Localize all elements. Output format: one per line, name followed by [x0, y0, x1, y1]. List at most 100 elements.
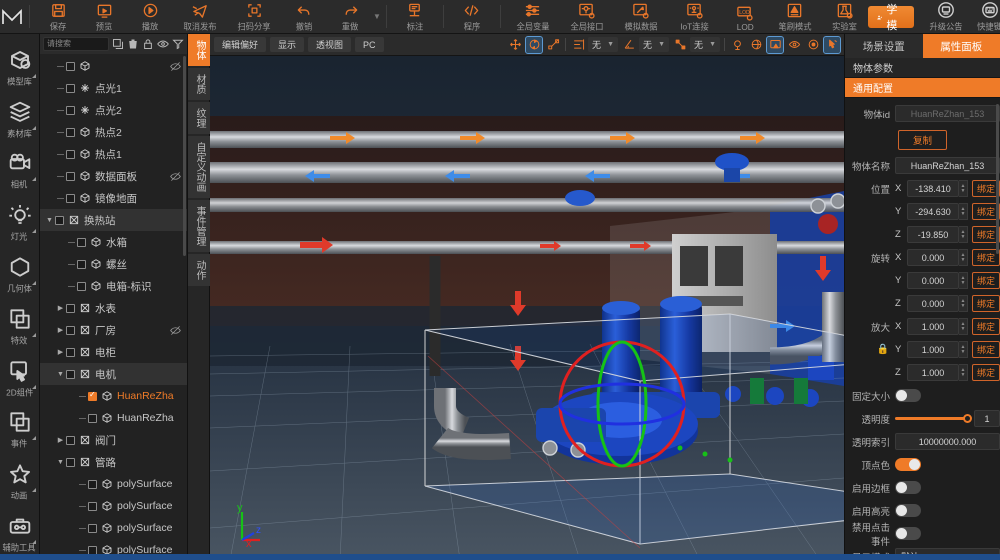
section-object-params[interactable]: 物体参数 — [845, 58, 1000, 78]
lock-icon[interactable]: 🔒 — [849, 344, 895, 355]
snap-select[interactable]: 无▼ — [639, 37, 669, 52]
tree-node[interactable]: —热点2 — [40, 121, 187, 143]
tree-node[interactable]: ▶厂房 — [40, 319, 187, 341]
eye-off-icon[interactable] — [170, 325, 181, 336]
tree-node-checkbox[interactable] — [88, 392, 97, 401]
position-z-stepper[interactable]: ▲▼ — [959, 226, 968, 243]
enable-highlight-toggle[interactable] — [895, 504, 921, 517]
rail-item-light[interactable]: 灯光 — [0, 197, 40, 249]
tree-node-checkbox[interactable] — [77, 238, 86, 247]
search-input[interactable]: 请搜索 — [43, 37, 109, 51]
toolbar-button-global-variable[interactable]: 全局变量 — [506, 0, 560, 33]
toolbar-button-iot-connect[interactable]: IoT连接 — [668, 0, 722, 33]
tree-node-checkbox[interactable] — [77, 282, 86, 291]
tree-node[interactable]: —点光1 — [40, 77, 187, 99]
property-scrollbar[interactable] — [996, 104, 999, 254]
focus-icon[interactable] — [805, 37, 821, 53]
toolbar-button-global-interface[interactable]: 全局接口 — [560, 0, 614, 33]
gizmo-icon[interactable] — [767, 37, 783, 53]
vtab-纹理[interactable]: 纹理 — [188, 102, 210, 134]
tree-node-checkbox[interactable] — [66, 326, 75, 335]
position-y-stepper[interactable]: ▲▼ — [959, 203, 968, 220]
tree-node[interactable]: ▼电机 — [40, 363, 187, 385]
scale-y-stepper[interactable]: ▲▼ — [959, 341, 968, 358]
rail-item-asset-library[interactable]: 素材库 — [0, 94, 40, 146]
tree-node[interactable]: —HuanReZha — [40, 385, 187, 407]
position-z-input[interactable]: -19.850 — [907, 226, 959, 243]
tree-node-checkbox[interactable] — [66, 436, 75, 445]
toolbar-button-keyboard[interactable]: 快捷键 — [968, 0, 1000, 33]
visibility-icon[interactable] — [786, 37, 802, 53]
tree-node-checkbox[interactable] — [88, 480, 97, 489]
copy-button[interactable]: 复制 — [898, 130, 947, 150]
tree-node-checkbox[interactable] — [66, 172, 75, 181]
vertex-color-toggle[interactable] — [895, 458, 921, 471]
eye-off-icon[interactable] — [170, 171, 181, 182]
toolbar-button-undo[interactable]: 撤销 — [281, 0, 327, 33]
opacity-value[interactable]: 1 — [974, 410, 1000, 427]
grid-snap-icon[interactable] — [672, 37, 688, 53]
tree-node[interactable]: —polySurface — [40, 517, 187, 539]
align-icon[interactable] — [570, 37, 586, 53]
chevron-right-icon[interactable]: ▶ — [55, 347, 66, 358]
rotation-z-input[interactable]: 0.000 — [907, 295, 959, 312]
tree-node[interactable]: —polySurface — [40, 495, 187, 517]
teaching-mode-button[interactable]: 教学模式 — [868, 6, 914, 28]
tree-scrollbar[interactable] — [183, 56, 186, 256]
tree-node-checkbox[interactable] — [66, 194, 75, 203]
tree-node-checkbox[interactable] — [66, 84, 75, 93]
rail-item-helper-tools[interactable]: 辅助工具 — [0, 508, 40, 560]
opacity-slider[interactable] — [895, 412, 970, 425]
toolbar-button-save[interactable]: 保存 — [35, 0, 81, 33]
tree-node[interactable]: — — [40, 55, 187, 77]
viewbar-chip-显示[interactable]: 显示 — [270, 37, 304, 52]
toolbar-button-unpublish[interactable]: 取消发布 — [173, 0, 227, 33]
3d-viewport[interactable]: y x z — [210, 56, 844, 560]
delete-icon[interactable] — [127, 38, 139, 50]
toolbar-button-mock-data[interactable]: 模拟数据 — [614, 0, 668, 33]
bind-button[interactable]: 绑定 — [972, 295, 1000, 312]
fixed-size-toggle[interactable] — [895, 389, 921, 402]
toolbar-button-lod[interactable]: LODLOD — [722, 0, 768, 33]
enable-outline-toggle[interactable] — [895, 481, 921, 494]
tree-node[interactable]: —HuanReZha — [40, 407, 187, 429]
snap-select[interactable]: 无▼ — [690, 37, 720, 52]
pick-icon[interactable] — [824, 37, 840, 53]
rail-item-geometry[interactable]: 几何体 — [0, 249, 40, 301]
rotation-x-input[interactable]: 0.000 — [907, 249, 959, 266]
chevron-right-icon[interactable]: ▶ — [55, 325, 66, 336]
scale-tool-icon[interactable] — [545, 37, 561, 53]
app-logo[interactable] — [0, 0, 24, 33]
property-tab-场景设置[interactable]: 场景设置 — [845, 34, 923, 58]
toolbar-button-code[interactable]: 程序 — [449, 0, 495, 33]
object-name-input[interactable]: HuanReZhan_153 — [895, 157, 1000, 174]
tree-node-checkbox[interactable] — [55, 216, 64, 225]
bind-button[interactable]: 绑定 — [972, 341, 1000, 358]
tree-node[interactable]: —螺丝 — [40, 253, 187, 275]
filter-icon[interactable] — [172, 38, 184, 50]
rotation-x-stepper[interactable]: ▲▼ — [959, 249, 968, 266]
tree-node[interactable]: ▼管路 — [40, 451, 187, 473]
disable-click-toggle[interactable] — [895, 527, 921, 540]
toolbar-button-announcement[interactable]: 升级公告 — [924, 0, 968, 33]
light-probe-icon[interactable] — [729, 37, 745, 53]
rotate-tool-icon[interactable] — [526, 37, 542, 53]
toolbar-button-play[interactable]: 播放 — [127, 0, 173, 33]
vtab-材质[interactable]: 材质 — [188, 68, 210, 100]
bind-button[interactable]: 绑定 — [972, 318, 1000, 335]
toolbar-button-annotation[interactable]: 标注 — [392, 0, 438, 33]
eye-icon[interactable] — [157, 38, 169, 50]
eye-off-icon[interactable] — [170, 61, 181, 72]
chevron-right-icon[interactable]: ▶ — [55, 435, 66, 446]
snap-select[interactable]: 无▼ — [588, 37, 618, 52]
tree-node[interactable]: ▼换热站 — [40, 209, 187, 231]
tree-node-list[interactable]: ——点光1—点光2—热点2—热点1—数据面板—镜像地面▼换热站—水箱—螺丝—电箱… — [40, 54, 187, 560]
position-y-input[interactable]: -294.630 — [907, 203, 959, 220]
viewbar-chip-PC[interactable]: PC — [355, 37, 384, 52]
tree-node[interactable]: ▶水表 — [40, 297, 187, 319]
environment-icon[interactable] — [748, 37, 764, 53]
tree-node-checkbox[interactable] — [88, 414, 97, 423]
angle-snap-icon[interactable] — [621, 37, 637, 53]
tree-node-checkbox[interactable] — [66, 128, 75, 137]
rail-item-animation[interactable]: 动画 — [0, 456, 40, 508]
